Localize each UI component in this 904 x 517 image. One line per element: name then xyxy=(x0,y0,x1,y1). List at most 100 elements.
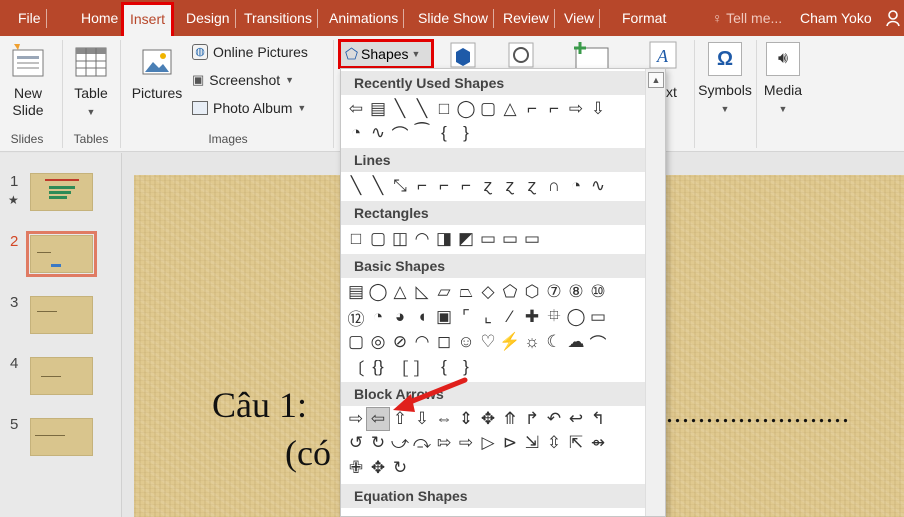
shape-option[interactable]: ☁ xyxy=(565,331,587,353)
shape-option[interactable]: ⌐ xyxy=(521,98,543,120)
shape-option[interactable]: ◠ xyxy=(411,228,433,250)
shape-option[interactable]: ╲ xyxy=(345,175,367,197)
shape-option[interactable]: ⑧ xyxy=(565,281,587,303)
shape-option[interactable]: ☺ xyxy=(455,331,477,353)
shape-option[interactable]: ↻ xyxy=(367,432,389,454)
shape-option[interactable]: ▭ xyxy=(521,228,543,250)
shape-option[interactable]: ⇨ xyxy=(565,98,587,120)
shape-option[interactable]: ↺ xyxy=(345,432,367,454)
shape-option[interactable]: ☾ xyxy=(543,331,565,353)
shape-option[interactable]: ⇳ xyxy=(543,432,565,454)
tab-file[interactable]: File xyxy=(14,0,47,36)
shape-option[interactable]: ▭ xyxy=(477,228,499,250)
shape-option[interactable]: ◔ xyxy=(345,122,367,144)
shape-option[interactable]: ▭ xyxy=(499,228,521,250)
shape-option[interactable]: ⯐ xyxy=(543,306,565,328)
shape-option[interactable]: ☼ xyxy=(521,331,543,353)
shape-option[interactable]: ✥ xyxy=(477,408,499,430)
shape-option[interactable]: ɀ xyxy=(477,175,499,197)
shape-option[interactable]: ╲ xyxy=(411,98,433,120)
shape-option[interactable]: ▱ xyxy=(433,281,455,303)
shape-option[interactable]: ◯ xyxy=(455,98,477,120)
tab-home[interactable]: Home xyxy=(77,0,122,36)
shape-option[interactable]: ↩ xyxy=(565,408,587,430)
shape-option[interactable]: ◻ xyxy=(433,331,455,353)
screenshot-button[interactable]: ▣ Screenshot ▼ xyxy=(192,72,294,88)
shape-option[interactable]: ▢ xyxy=(367,228,389,250)
slide-thumbnail-5[interactable] xyxy=(30,418,93,456)
shape-option[interactable]: ◯ xyxy=(565,306,587,328)
shape-option[interactable]: ✚ xyxy=(521,306,543,328)
online-pictures-button[interactable]: ◍ Online Pictures xyxy=(192,44,308,60)
icons-button[interactable] xyxy=(448,40,478,70)
shape-option[interactable]: ▢ xyxy=(477,98,499,120)
shape-option[interactable]: ⇰ xyxy=(433,432,455,454)
shape-option[interactable]: ⇱ xyxy=(565,432,587,454)
tab-animations[interactable]: Animations xyxy=(325,0,405,36)
shape-option[interactable]: ⌐ xyxy=(411,175,433,197)
shape-option[interactable]: □ xyxy=(433,98,455,120)
slide-thumbnail-2[interactable] xyxy=(26,231,97,277)
shape-option[interactable]: ⑩ xyxy=(587,281,609,303)
shape-option[interactable]: 〔 xyxy=(345,356,367,379)
shape-option[interactable]: ⌐ xyxy=(455,175,477,197)
slide-question-text[interactable]: Câu 1: xyxy=(212,384,307,426)
shape-option[interactable]: ⚡ xyxy=(499,331,521,353)
shape-option[interactable]: ⤡ xyxy=(389,175,411,197)
shape-option[interactable]: ⌒ xyxy=(389,122,411,145)
shape-option[interactable]: ⬠ xyxy=(499,281,521,303)
shape-option[interactable]: ⊘ xyxy=(389,331,411,353)
shape-option[interactable]: ⊳ xyxy=(499,432,521,454)
share-icon[interactable] xyxy=(884,8,904,28)
shape-option[interactable]: ⇨ xyxy=(455,432,477,454)
shape-option[interactable]: ◎ xyxy=(367,331,389,353)
tab-format[interactable]: Format xyxy=(618,0,670,36)
shape-option[interactable]: ▤ xyxy=(345,281,367,303)
scroll-up-arrow-icon[interactable]: ▲ xyxy=(648,72,664,88)
photo-album-button[interactable]: Photo Album ▼ xyxy=(192,100,306,116)
shape-option[interactable]: ◕ xyxy=(389,306,411,328)
shape-option[interactable]: ⌜ xyxy=(455,306,477,328)
shape-option[interactable]: ∿ xyxy=(587,175,609,197)
shape-option[interactable]: ▭ xyxy=(587,306,609,328)
shape-option[interactable]: ◠ xyxy=(411,331,433,353)
shape-option[interactable]: ▷ xyxy=(477,432,499,454)
shape-option[interactable]: ⇦ xyxy=(345,98,367,120)
shape-option[interactable]: ↻ xyxy=(389,457,411,479)
pictures-button[interactable]: Pictures xyxy=(128,42,186,102)
slide-thumbnail-1[interactable] xyxy=(30,173,93,211)
shape-option[interactable]: { xyxy=(433,122,455,144)
shape-option[interactable]: ⌐ xyxy=(543,98,565,120)
shape-option[interactable]: ⌐ xyxy=(433,175,455,197)
shape-option[interactable]: ⁄ xyxy=(499,306,521,328)
shape-option[interactable]: ⤼ xyxy=(411,432,433,454)
shape-option[interactable]: ✥ xyxy=(367,457,389,479)
user-name[interactable]: Cham Yoko xyxy=(800,0,872,36)
shape-option[interactable]: ɀ xyxy=(521,175,543,197)
shape-option[interactable]: ◔ xyxy=(565,175,587,197)
shape-option[interactable]: ╲ xyxy=(367,175,389,197)
shape-option[interactable]: □ xyxy=(345,228,367,250)
shape-option[interactable]: ⑦ xyxy=(543,281,565,303)
slide-answer-text[interactable]: (có xyxy=(285,432,331,474)
table-button[interactable]: Table ▼ xyxy=(68,42,114,118)
shape-option[interactable]: ɀ xyxy=(499,175,521,197)
shape-option[interactable]: ◖ xyxy=(411,306,433,328)
shape-option[interactable]: △ xyxy=(389,281,411,303)
shape-option[interactable]: ⤊ xyxy=(499,408,521,430)
tab-slide-show[interactable]: Slide Show xyxy=(414,0,495,36)
shape-option[interactable]: } xyxy=(455,122,477,144)
shape-option[interactable]: ↱ xyxy=(521,408,543,430)
shape-option[interactable]: ↰ xyxy=(587,408,609,430)
shapes-button[interactable]: ⬠ Shapes ▼ xyxy=(338,39,434,69)
shape-option[interactable]: ⑫ xyxy=(345,306,367,329)
media-button[interactable]: 🔊︎ Media ▼ xyxy=(760,42,806,115)
shape-option[interactable]: ⏢ xyxy=(455,281,477,303)
shape-option[interactable]: ⇨ xyxy=(345,408,367,430)
smartart-button[interactable] xyxy=(506,40,536,70)
slide-thumbnail-4[interactable] xyxy=(30,357,93,395)
shape-option[interactable]: ↶ xyxy=(543,408,565,430)
shape-option[interactable]: ◇ xyxy=(477,281,499,303)
shape-option[interactable]: ⌒ xyxy=(587,331,609,354)
tab-view[interactable]: View xyxy=(560,0,601,36)
